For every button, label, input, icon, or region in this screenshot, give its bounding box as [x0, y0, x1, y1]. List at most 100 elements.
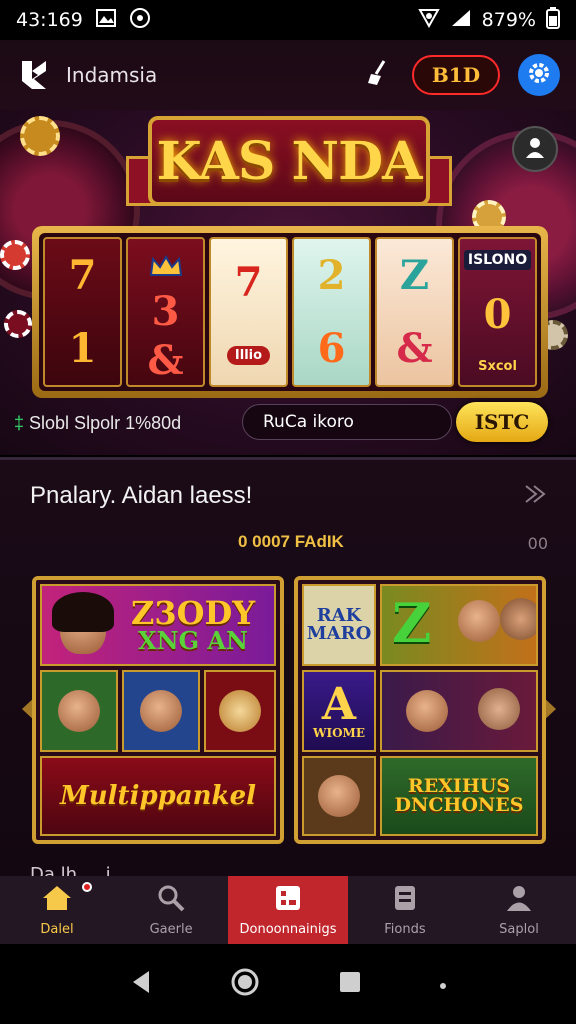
profile-icon — [504, 884, 534, 916]
reel: Z & — [375, 237, 454, 387]
nav-label: Dalel — [40, 921, 74, 937]
system-nav-bar — [0, 944, 576, 1024]
broom-icon[interactable] — [364, 58, 394, 92]
battery-percent: 879% — [481, 9, 536, 31]
reel: 7 Illio — [209, 237, 288, 387]
slot-label: ‡ Slobl Slpolr 1%80d — [14, 413, 181, 434]
search-icon — [156, 884, 186, 916]
reel-symbol: 6 — [317, 325, 346, 372]
slot-info-bar: ‡ Slobl Slpolr 1%80d RuCa ikoro ISTC — [0, 398, 576, 448]
casino-chip — [20, 116, 60, 156]
game-card[interactable]: RAK MARO Z A WIOME REXIHUS DNCHONES — [294, 576, 546, 844]
app-logo-icon[interactable] — [16, 57, 52, 93]
slot-reels: 7 1 3 & 7 Illio 2 6 Z & ISLONO 0 Sxcol — [39, 233, 541, 391]
notification-dot — [82, 882, 92, 892]
casino-chip — [4, 310, 32, 338]
character-portrait — [219, 690, 261, 732]
document-icon — [390, 884, 420, 916]
card-cell-label: Z — [392, 591, 432, 655]
section-subtitle: 0 0007 FAdIK — [238, 532, 344, 551]
casino-chip — [0, 240, 30, 270]
nav-label: Gaerle — [149, 921, 193, 937]
character-portrait — [140, 690, 182, 732]
bottom-nav: Dalel Gaerle Donoonnainigs Fionds Saplol — [0, 876, 576, 944]
balance-button[interactable]: B1D — [412, 55, 500, 95]
card-cell: A WIOME — [302, 670, 376, 752]
reel-symbol: Sxcol — [478, 359, 517, 375]
reel-symbol: Z — [399, 252, 430, 299]
app-header: Indamsia B1D — [0, 40, 576, 110]
card-cell: Z — [380, 584, 538, 666]
nav-label: Saplol — [499, 921, 539, 937]
slot-label-text: Slobl Slpolr 1%80d — [29, 412, 182, 433]
reel: 7 1 — [43, 237, 122, 387]
target-icon — [129, 7, 151, 34]
card-cell — [122, 670, 200, 752]
agent-icon — [522, 134, 548, 164]
reel-symbol: 2 — [317, 252, 346, 299]
reel-symbol: Illio — [226, 346, 271, 365]
crown-icon — [149, 240, 183, 287]
card-cell — [380, 670, 538, 752]
dot-icon — [439, 975, 447, 994]
signal-icon — [450, 8, 472, 33]
card-cell-label: RAK MARO — [306, 605, 372, 644]
slot-machine[interactable]: 7 1 3 & 7 Illio 2 6 Z & ISLONO 0 Sxcol — [32, 226, 548, 398]
support-button[interactable] — [512, 126, 558, 172]
reel-tag: ISLONO — [463, 249, 532, 270]
character-portrait — [478, 688, 520, 730]
banner-title: KAS NDA — [156, 130, 422, 192]
nav-label: Fionds — [384, 921, 426, 937]
reel: 2 6 — [292, 237, 371, 387]
nav-item-search[interactable]: Gaerle — [114, 876, 228, 944]
reel-symbol: & — [396, 325, 433, 372]
card-cell: Multippankel — [40, 756, 276, 836]
nav-item-home[interactable]: Dalel — [0, 876, 114, 944]
card-cell: REXIHUS DNCHONES — [380, 756, 538, 836]
reel-symbol: 0 — [483, 290, 512, 338]
character-portrait — [58, 690, 100, 732]
gear-icon — [526, 60, 552, 90]
card-cell: Z3ODY XNG AN — [40, 584, 276, 666]
nav-item-profile[interactable]: Saplol — [462, 876, 576, 944]
character-portrait — [500, 598, 536, 640]
card-title: Z3ODY — [130, 594, 256, 632]
back-icon[interactable] — [129, 969, 153, 999]
reel: 3 & — [126, 237, 205, 387]
nav-item-games[interactable]: Donoonnainigs — [228, 876, 348, 944]
card-footer-title: Multippankel — [60, 781, 256, 811]
character-portrait — [406, 690, 448, 732]
reel-symbol: 1 — [68, 325, 97, 372]
card-cell-sublabel: WIOME — [313, 726, 365, 740]
section-title: Pnalary. Aidan laess! — [30, 482, 253, 509]
home-icon — [41, 884, 73, 916]
character-portrait — [318, 775, 360, 817]
status-time: 43:169 — [16, 9, 83, 31]
card-cell: RAK MARO — [302, 584, 376, 666]
battery-icon — [546, 6, 560, 34]
card-cell-label: A — [321, 679, 357, 730]
slot-prefix: ‡ — [14, 412, 25, 433]
reel-symbol: & — [147, 337, 184, 385]
play-button[interactable]: ISTC — [456, 402, 548, 442]
chevron-right-icon[interactable] — [522, 484, 546, 510]
vpn-icon — [417, 8, 440, 33]
image-icon — [95, 8, 117, 33]
card-cell — [302, 756, 376, 836]
nav-item-funds[interactable]: Fionds — [348, 876, 462, 944]
app-title: Indamsia — [66, 63, 158, 87]
game-section: Pnalary. Aidan laess! 0 0007 FAdIK 00 Z3… — [0, 460, 576, 885]
recents-icon[interactable] — [338, 970, 362, 998]
card-cell — [40, 670, 118, 752]
promo-code-input[interactable]: RuCa ikoro — [242, 404, 452, 440]
reel-symbol: 3 — [151, 288, 180, 336]
card-footer-title: REXIHUS DNCHONES — [394, 775, 524, 816]
game-card[interactable]: Z3ODY XNG AN Multippankel — [32, 576, 284, 844]
reel-symbol: 7 — [234, 259, 263, 306]
reel-symbol: 7 — [68, 252, 97, 299]
hero-banner: KAS NDA 7 1 3 & 7 Illio 2 6 Z & ISLONO 0… — [0, 110, 576, 455]
home-circle-icon[interactable] — [230, 967, 260, 1001]
section-meta: 00 — [527, 534, 548, 553]
settings-button[interactable] — [518, 54, 560, 96]
character-portrait — [458, 600, 500, 642]
